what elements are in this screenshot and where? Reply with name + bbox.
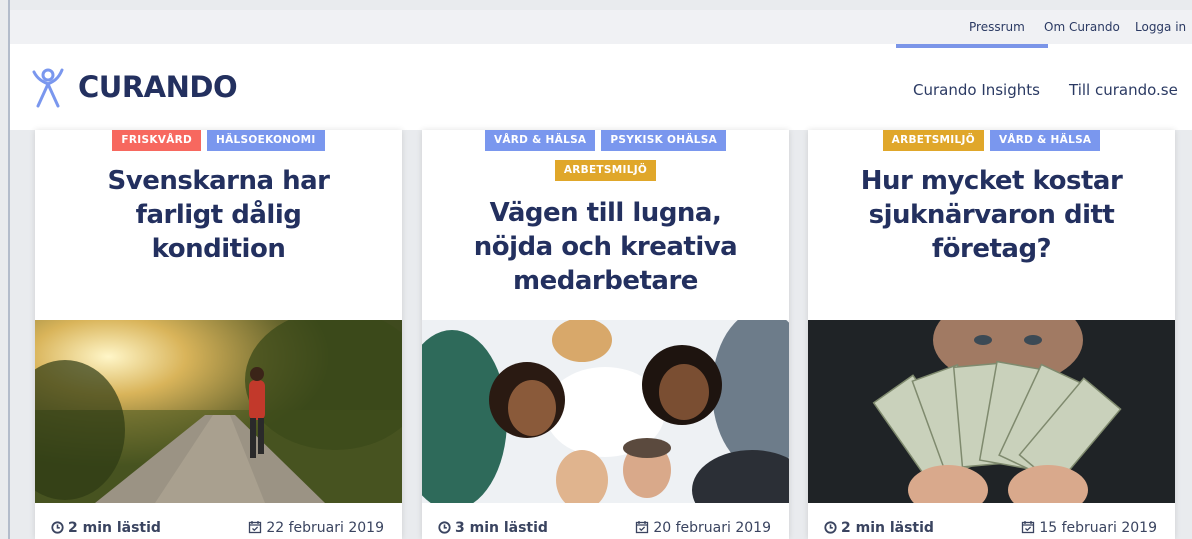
tag[interactable]: ARBETSMILJÖ: [554, 160, 657, 181]
calendar-check-icon: [249, 521, 262, 534]
article-image-colleagues[interactable]: [422, 320, 789, 503]
tag[interactable]: VÅRD & HÄLSA: [989, 130, 1101, 151]
publish-date: 20 februari 2019: [635, 520, 771, 536]
calendar-check-icon: [1022, 521, 1035, 534]
clock-icon: [438, 521, 451, 534]
article-meta: 3 min lästid 20 februari 2019: [422, 517, 789, 539]
clock-icon: [824, 521, 837, 534]
calendar-check-icon: [636, 521, 649, 534]
tag[interactable]: HÄLSOEKONOMI: [207, 130, 325, 151]
publish-date-text: 15 februari 2019: [1039, 520, 1157, 536]
about-link[interactable]: Om Curando: [1044, 20, 1120, 34]
read-time-text: 2 min lästid: [68, 520, 161, 536]
pressroom-link[interactable]: Pressrum: [969, 20, 1025, 34]
article-card[interactable]: VÅRD & HÄLSA PSYKISK OHÄLSA ARBETSMILJÖ …: [422, 130, 789, 539]
article-title[interactable]: Svenskarna har farligt dålig kondition: [35, 164, 402, 266]
article-image-money[interactable]: [808, 320, 1175, 503]
tag[interactable]: PSYKISK OHÄLSA: [601, 130, 727, 151]
logo-wordmark[interactable]: CURANDO: [78, 70, 238, 104]
read-time-text: 3 min lästid: [455, 520, 548, 536]
nav-curando-se[interactable]: Till curando.se: [1069, 81, 1178, 99]
article-card[interactable]: ARBETSMILJÖ VÅRD & HÄLSA Hur mycket kost…: [808, 130, 1175, 539]
read-time: 2 min lästid: [824, 520, 934, 536]
article-meta: 2 min lästid 22 februari 2019: [35, 517, 402, 539]
site-header: CURANDO Curando Insights Till curando.se: [10, 44, 1192, 130]
utility-bar: Pressrum Om Curando Logga in: [10, 10, 1192, 44]
clock-icon: [51, 521, 64, 534]
article-card[interactable]: FRISKVÅRD HÄLSOEKONOMI Svenskarna har fa…: [35, 130, 402, 539]
article-title[interactable]: Vägen till lugna, nöjda och kreativa med…: [422, 196, 789, 298]
nav-curando-insights[interactable]: Curando Insights: [913, 81, 1040, 99]
tag-list: ARBETSMILJÖ VÅRD & HÄLSA: [808, 130, 1175, 151]
article-image-runner[interactable]: [35, 320, 402, 503]
publish-date: 15 februari 2019: [1021, 520, 1157, 536]
tag[interactable]: ARBETSMILJÖ: [882, 130, 984, 151]
publish-date: 22 februari 2019: [248, 520, 384, 536]
read-time-text: 2 min lästid: [841, 520, 934, 536]
login-link[interactable]: Logga in: [1135, 20, 1186, 34]
publish-date-text: 22 februari 2019: [266, 520, 384, 536]
tag-list: FRISKVÅRD HÄLSOEKONOMI: [35, 130, 402, 151]
tag[interactable]: FRISKVÅRD: [112, 130, 202, 151]
read-time: 3 min lästid: [438, 520, 548, 536]
tag[interactable]: VÅRD & HÄLSA: [484, 130, 596, 151]
active-nav-indicator: [896, 44, 1048, 48]
article-meta: 2 min lästid 15 februari 2019: [808, 517, 1175, 539]
curando-logo-icon[interactable]: [30, 66, 66, 110]
window-edge: [8, 0, 10, 539]
article-title[interactable]: Hur mycket kostar sjuknärvaron ditt före…: [808, 164, 1175, 266]
read-time: 2 min lästid: [51, 520, 161, 536]
tag-list: VÅRD & HÄLSA PSYKISK OHÄLSA ARBETSMILJÖ: [422, 130, 789, 181]
publish-date-text: 20 februari 2019: [653, 520, 771, 536]
